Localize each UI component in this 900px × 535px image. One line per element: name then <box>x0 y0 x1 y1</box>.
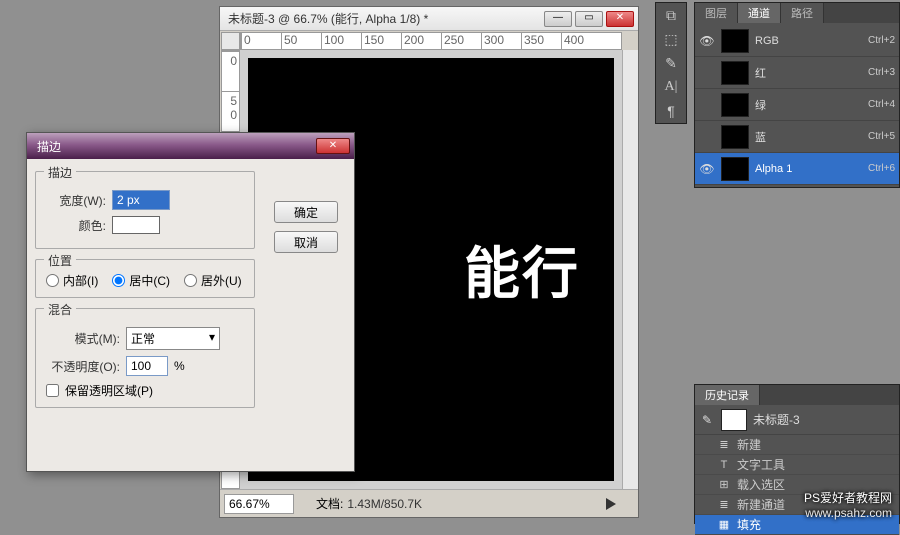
channel-thumb <box>721 29 749 53</box>
history-step-icon: ▦ <box>717 518 731 532</box>
preserve-transparency-checkbox[interactable]: 保留透明区域(P) <box>46 382 244 399</box>
visibility-icon[interactable]: 👁 <box>699 33 715 49</box>
color-swatch[interactable] <box>112 216 160 234</box>
width-input[interactable] <box>112 190 170 210</box>
history-step-label: 填充 <box>737 516 761 533</box>
snapshot-label: 未标题-3 <box>753 411 800 428</box>
chevron-down-icon: ▾ <box>209 330 215 344</box>
tab-channels[interactable]: 通道 <box>738 3 781 23</box>
snapshot-thumb <box>721 409 747 431</box>
brush-source-icon[interactable]: ✎ <box>699 412 715 428</box>
ok-button[interactable]: 确定 <box>274 201 338 223</box>
document-statusbar: 66.67% 文档: 1.43M/850.7K <box>220 489 638 517</box>
position-center-radio[interactable]: 居中(C) <box>112 272 170 289</box>
tab-history[interactable]: 历史记录 <box>695 385 760 405</box>
ruler-corner <box>221 32 240 50</box>
swatches-icon[interactable]: ⬚ <box>656 27 686 51</box>
opacity-label: 不透明度(O): <box>46 358 120 375</box>
watermark: PS爱好者教程网 www.psahz.com <box>804 489 892 520</box>
character-icon[interactable]: A| <box>656 75 686 99</box>
cancel-button[interactable]: 取消 <box>274 231 338 253</box>
channel-row[interactable]: 👁 Alpha 1 Ctrl+6 <box>695 153 899 185</box>
channel-thumb <box>721 125 749 149</box>
channel-shortcut: Ctrl+4 <box>868 99 895 110</box>
position-inside-radio[interactable]: 内部(I) <box>46 272 98 289</box>
status-doc-label: 文档: <box>316 495 343 512</box>
brush-icon[interactable]: ✎ <box>656 51 686 75</box>
channel-shortcut: Ctrl+2 <box>868 35 895 46</box>
history-step-icon: ≣ <box>717 498 731 512</box>
watermark-line2: www.psahz.com <box>804 506 892 520</box>
visibility-icon[interactable] <box>699 97 715 113</box>
color-label: 颜色: <box>46 217 106 234</box>
history-step-icon: ⊞ <box>717 478 731 492</box>
stroke-dialog: 描边 ✕ 确定 取消 描边 宽度(W): 颜色: 位置 内部(I) 居中(C) … <box>26 132 355 472</box>
dialog-titlebar[interactable]: 描边 ✕ <box>27 133 354 159</box>
document-title: 未标题-3 @ 66.7% (能行, Alpha 1/8) * <box>228 10 544 27</box>
channel-thumb <box>721 61 749 85</box>
history-step-label: 文字工具 <box>737 456 785 473</box>
channel-row[interactable]: 👁 RGB Ctrl+2 <box>695 25 899 57</box>
stroke-group-legend: 描边 <box>44 164 76 181</box>
mode-combo[interactable]: 正常 ▾ <box>126 327 220 350</box>
status-doc-size: 1.43M/850.7K <box>347 497 422 511</box>
channel-name: 绿 <box>755 97 862 113</box>
tab-paths[interactable]: 路径 <box>781 3 824 23</box>
opacity-unit: % <box>174 359 185 373</box>
visibility-icon[interactable] <box>699 65 715 81</box>
history-snapshot[interactable]: ✎ 未标题-3 <box>695 405 899 435</box>
width-label: 宽度(W): <box>46 192 106 209</box>
maximize-button[interactable]: ▭ <box>575 11 603 27</box>
tab-layers[interactable]: 图层 <box>695 3 738 23</box>
history-step[interactable]: ≣ 新建 <box>695 435 899 455</box>
history-step[interactable]: T 文字工具 <box>695 455 899 475</box>
paragraph-icon[interactable]: ¶ <box>656 99 686 123</box>
visibility-icon[interactable]: 👁 <box>699 161 715 177</box>
channel-name: 红 <box>755 65 862 81</box>
dialog-close-button[interactable]: ✕ <box>316 138 350 154</box>
scrollbar-vertical[interactable] <box>622 50 638 489</box>
channel-row[interactable]: 红 Ctrl+3 <box>695 57 899 89</box>
history-step-icon: T <box>717 458 731 472</box>
channel-name: 蓝 <box>755 129 862 145</box>
minimize-button[interactable]: — <box>544 11 572 27</box>
channel-thumb <box>721 157 749 181</box>
watermark-line1: PS爱好者教程网 <box>804 489 892 506</box>
position-group-legend: 位置 <box>44 252 76 269</box>
mode-label: 模式(M): <box>46 330 120 347</box>
channel-row[interactable]: 蓝 Ctrl+5 <box>695 121 899 153</box>
position-outside-radio[interactable]: 居外(U) <box>184 272 242 289</box>
history-step-label: 新建通道 <box>737 496 785 513</box>
opacity-input[interactable] <box>126 356 168 376</box>
channel-row[interactable]: 绿 Ctrl+4 <box>695 89 899 121</box>
close-button[interactable]: ✕ <box>606 11 634 27</box>
histogram-icon[interactable]: ⧉ <box>656 3 686 27</box>
visibility-icon[interactable] <box>699 129 715 145</box>
blend-group-legend: 混合 <box>44 301 76 318</box>
channel-thumb <box>721 93 749 117</box>
channel-shortcut: Ctrl+6 <box>868 163 895 174</box>
play-icon[interactable] <box>606 498 622 510</box>
ruler-horizontal[interactable]: 050100150200250300350400 <box>240 32 622 50</box>
channel-name: Alpha 1 <box>755 163 862 175</box>
history-step-label: 新建 <box>737 436 761 453</box>
zoom-field[interactable]: 66.67% <box>224 494 294 514</box>
right-toolbar: ⧉ ⬚ ✎ A| ¶ <box>655 2 687 124</box>
history-step-icon: ≣ <box>717 438 731 452</box>
canvas-text: 能行 <box>464 229 580 310</box>
channel-shortcut: Ctrl+3 <box>868 67 895 78</box>
channel-shortcut: Ctrl+5 <box>868 131 895 142</box>
document-titlebar[interactable]: 未标题-3 @ 66.7% (能行, Alpha 1/8) * — ▭ ✕ <box>220 7 638 31</box>
channels-panel: 图层 通道 路径 👁 RGB Ctrl+2 红 Ctrl+3 绿 Ctrl+4 蓝 Ctrl+5… <box>694 2 900 188</box>
dialog-title: 描边 <box>31 138 316 155</box>
history-step-label: 载入选区 <box>737 476 785 493</box>
channel-name: RGB <box>755 35 862 47</box>
